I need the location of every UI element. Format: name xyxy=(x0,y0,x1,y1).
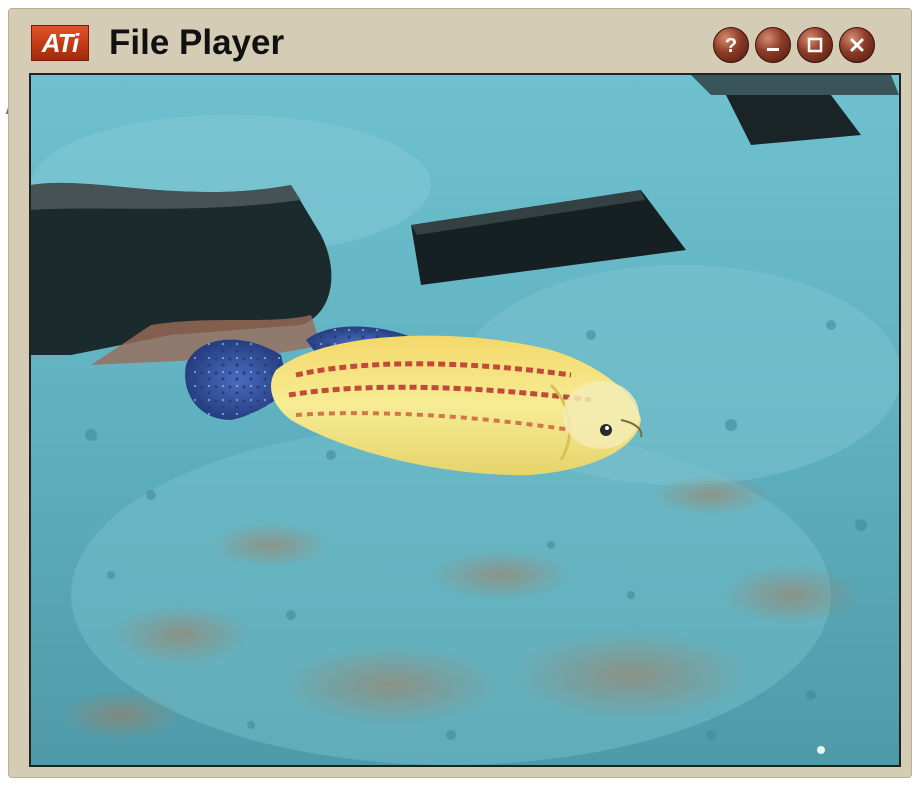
window-title: File Player xyxy=(109,23,285,62)
minimize-button[interactable] xyxy=(755,27,791,63)
video-image xyxy=(31,75,899,765)
svg-text:?: ? xyxy=(725,35,737,56)
close-button[interactable] xyxy=(839,27,875,63)
close-icon xyxy=(848,36,866,54)
file-player-window: ATi File Player ? xyxy=(8,8,912,778)
help-button[interactable]: ? xyxy=(713,27,749,63)
minimize-icon xyxy=(764,36,782,54)
maximize-icon xyxy=(806,36,824,54)
title-bar[interactable]: ATi File Player ? xyxy=(9,9,911,71)
ati-logo: ATi xyxy=(31,25,89,61)
maximize-button[interactable] xyxy=(797,27,833,63)
video-frame[interactable] xyxy=(29,73,901,767)
question-icon: ? xyxy=(721,34,741,56)
